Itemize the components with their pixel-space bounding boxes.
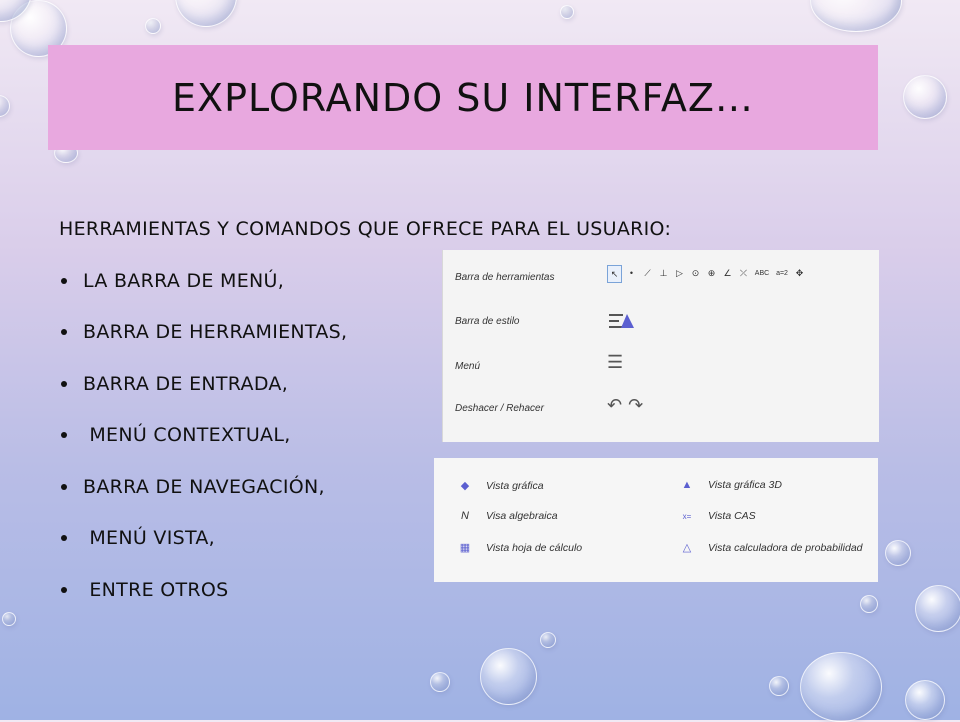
list-item: MENÚ CONTEXTUAL, xyxy=(59,410,347,462)
view-label: Vista CAS xyxy=(708,510,756,522)
bullet-list: LA BARRA DE MENÚ, BARRA DE HERRAMIENTAS,… xyxy=(59,255,347,616)
list-item-label: MENÚ VISTA, xyxy=(83,527,216,550)
bubble-decoration xyxy=(769,676,789,696)
list-item: LA BARRA DE MENÚ, xyxy=(59,255,347,307)
view-item[interactable]: x= Vista CAS xyxy=(678,510,756,522)
view-item[interactable]: ◆ Vista gráfica xyxy=(456,479,544,493)
bubble-decoration xyxy=(800,652,882,722)
view-label: Visa algebraica xyxy=(486,510,558,522)
bubble-decoration xyxy=(430,672,450,692)
reflect-tool-icon[interactable]: ⤫ xyxy=(737,265,750,281)
bullet-icon xyxy=(61,277,67,284)
slide-title: EXPLORANDO SU INTERFAZ… xyxy=(172,75,754,120)
angle-tool-icon[interactable]: ∠ xyxy=(721,265,734,281)
bullet-icon xyxy=(61,432,67,439)
bubble-decoration xyxy=(810,0,902,32)
bubble-decoration xyxy=(175,0,237,27)
view-item[interactable]: △ Vista calculadora de probabilidad xyxy=(678,541,863,555)
undo-icon[interactable]: ↶ xyxy=(607,395,622,416)
bullet-icon xyxy=(61,329,67,336)
bubble-decoration xyxy=(540,632,556,648)
perpendicular-tool-icon[interactable]: ⊥ xyxy=(657,265,670,281)
bullet-icon xyxy=(61,483,67,490)
title-banner: EXPLORANDO SU INTERFAZ… xyxy=(48,45,878,150)
list-item: BARRA DE ENTRADA, xyxy=(59,358,347,410)
hamburger-menu-icon[interactable]: ☰ xyxy=(607,352,623,373)
bullet-icon xyxy=(61,535,67,542)
menu-label: Menú xyxy=(455,361,481,372)
polygon-tool-icon[interactable]: ▷ xyxy=(673,265,686,281)
view-item[interactable]: ▦ Vista hoja de cálculo xyxy=(456,541,583,555)
point-tool-icon[interactable]: • xyxy=(625,265,638,281)
slider-tool-icon[interactable]: a=2 xyxy=(774,265,790,281)
list-item: MENÚ VISTA, xyxy=(59,513,347,565)
list-item-label: BARRA DE ENTRADA, xyxy=(83,372,289,395)
probability-view-icon: △ xyxy=(682,542,692,554)
move-graphics-tool-icon[interactable]: ✥ xyxy=(793,265,806,281)
list-item-label: BARRA DE NAVEGACIÓN, xyxy=(83,475,325,498)
list-item: BARRA DE NAVEGACIÓN, xyxy=(59,461,347,513)
3d-view-icon: ▲ xyxy=(681,479,693,491)
list-item-label: BARRA DE HERRAMIENTAS, xyxy=(83,321,348,344)
text-tool-icon[interactable]: ABC xyxy=(753,265,771,281)
bubble-decoration xyxy=(480,648,537,705)
toolbar-row-label: Barra de herramientas xyxy=(455,272,555,283)
view-label: Vista gráfica 3D xyxy=(708,479,782,491)
bubble-decoration xyxy=(0,95,10,117)
style-bar-icon xyxy=(609,314,634,328)
bullet-icon xyxy=(61,586,67,593)
view-label: Vista calculadora de probabilidad xyxy=(708,541,863,554)
list-item-label: MENÚ CONTEXTUAL, xyxy=(83,424,291,447)
algebra-view-icon: N xyxy=(461,510,469,522)
graphics-view-icon: ◆ xyxy=(460,480,470,492)
toolbars-screenshot: Barra de herramientas ↖ • ⟋ ⊥ ▷ ⊙ ⊕ ∠ ⤫ … xyxy=(442,250,879,442)
list-item: BARRA DE HERRAMIENTAS, xyxy=(59,307,347,359)
bullet-icon xyxy=(61,380,67,387)
views-screenshot: ◆ Vista gráfica N Visa algebraica ▦ Vist… xyxy=(434,458,878,582)
list-item: ENTRE OTROS xyxy=(59,564,347,616)
undo-redo-label: Deshacer / Rehacer xyxy=(455,403,544,414)
undo-redo-icon: ↶ ↷ xyxy=(607,395,643,416)
conic-tool-icon[interactable]: ⊕ xyxy=(705,265,718,281)
bubble-decoration xyxy=(885,540,911,566)
view-item[interactable]: N Visa algebraica xyxy=(456,510,558,522)
pointer-tool-icon[interactable]: ↖ xyxy=(607,265,622,283)
bubble-decoration xyxy=(145,18,161,34)
style-bar-label: Barra de estilo xyxy=(455,316,520,327)
bubble-decoration xyxy=(560,5,574,19)
bubble-decoration xyxy=(860,595,878,613)
slide-subtitle: HERRAMIENTAS Y COMANDOS QUE OFRECE PARA … xyxy=(59,218,672,240)
view-label: Vista gráfica xyxy=(486,479,544,492)
menu-glyph: ☰ xyxy=(607,352,624,372)
toolbar-icons: ↖ • ⟋ ⊥ ▷ ⊙ ⊕ ∠ ⤫ ABC a=2 ✥ xyxy=(607,265,806,283)
list-item-label: LA BARRA DE MENÚ, xyxy=(83,269,285,292)
bubble-decoration xyxy=(915,585,960,632)
cas-view-icon: x= xyxy=(682,511,692,521)
spreadsheet-view-icon: ▦ xyxy=(459,542,471,554)
bubble-decoration xyxy=(903,75,947,119)
redo-icon[interactable]: ↷ xyxy=(628,395,643,416)
bubble-decoration xyxy=(905,680,945,720)
bubble-decoration xyxy=(2,612,16,626)
style-icon[interactable] xyxy=(607,308,637,334)
view-label: Vista hoja de cálculo xyxy=(486,541,583,554)
line-tool-icon[interactable]: ⟋ xyxy=(641,265,654,281)
view-item[interactable]: ▲ Vista gráfica 3D xyxy=(678,479,782,491)
circle-tool-icon[interactable]: ⊙ xyxy=(689,265,702,281)
list-item-label: ENTRE OTROS xyxy=(83,578,229,601)
